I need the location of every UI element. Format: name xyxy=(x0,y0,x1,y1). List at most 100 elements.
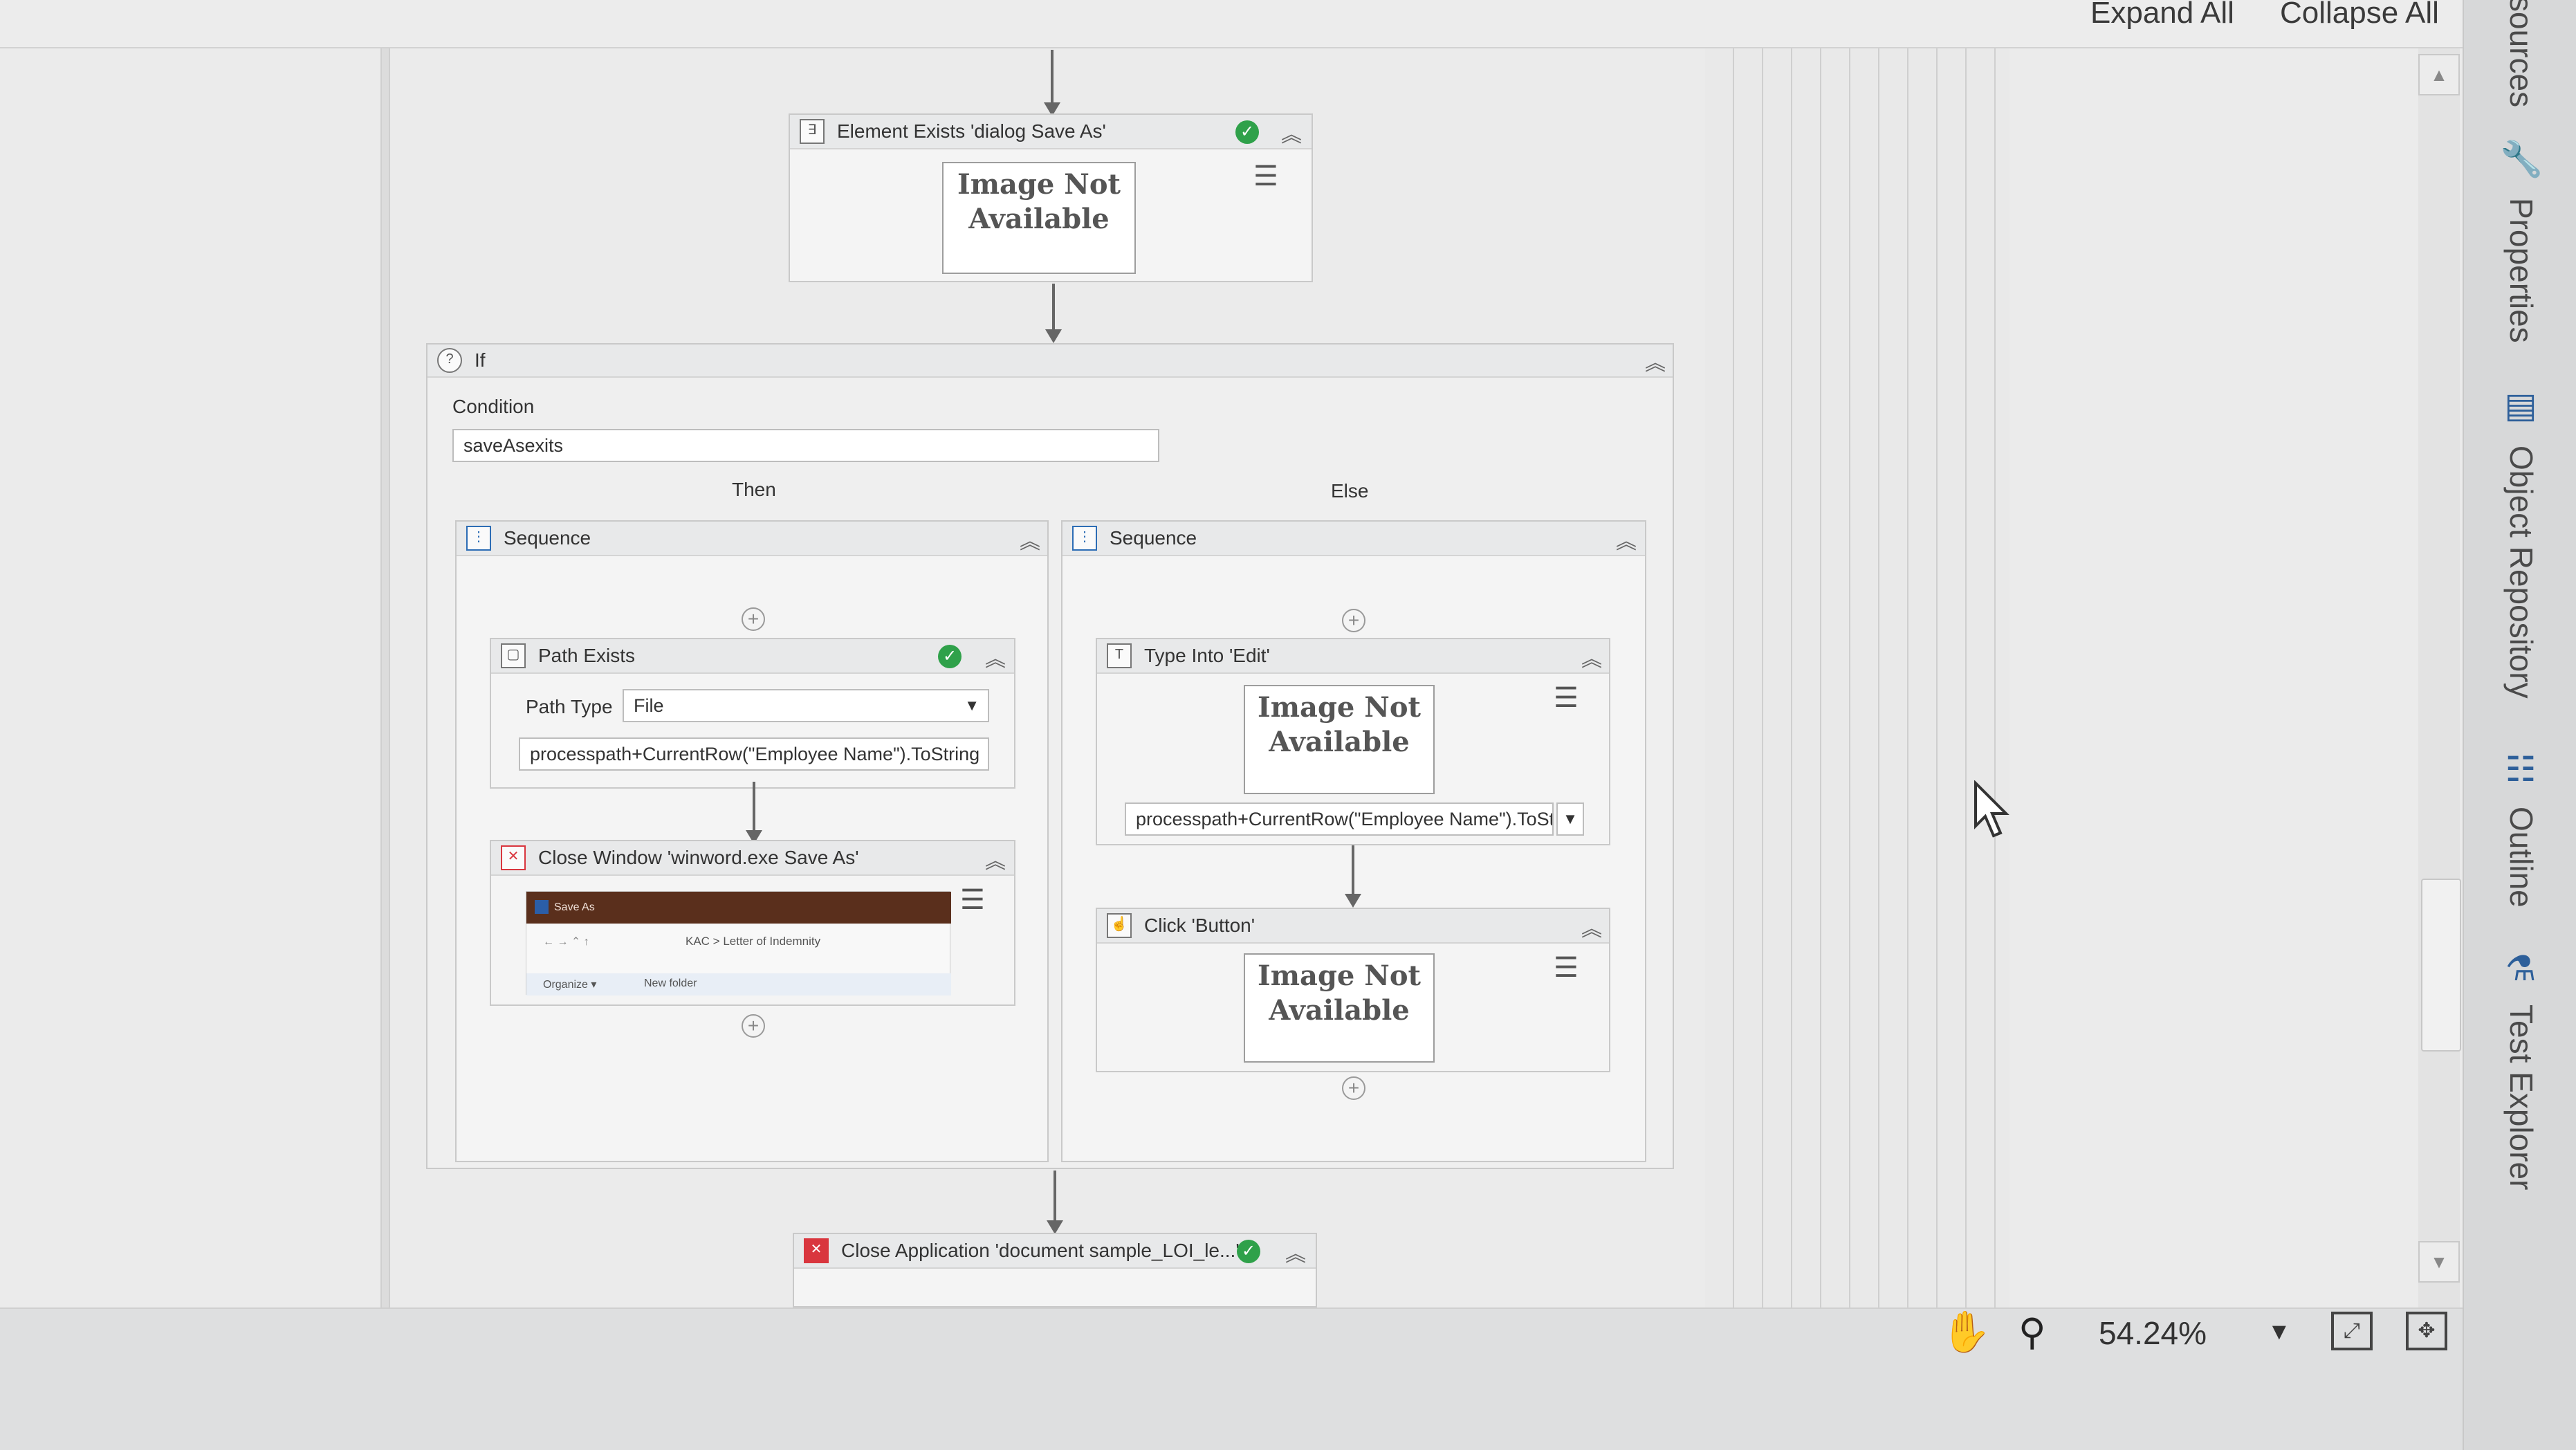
sequence-icon: ⋮ xyxy=(1072,526,1097,551)
add-activity-icon[interactable]: + xyxy=(742,1014,765,1038)
canvas-grid-stripes xyxy=(1705,48,2009,1307)
activity-header[interactable]: T Type Into 'Edit' xyxy=(1097,639,1609,674)
path-exists-activity[interactable]: ▢ Path Exists ✓ ︽ Path Type File ▼ proce… xyxy=(490,638,1015,789)
validation-check-icon: ✓ xyxy=(1237,1240,1260,1263)
zoom-magnifier-icon[interactable]: ⚲ xyxy=(2018,1310,2046,1354)
path-type-label: Path Type xyxy=(526,696,613,717)
path-field[interactable]: processpath+CurrentRow("Employee Name").… xyxy=(519,737,989,771)
expand-all-link[interactable]: Expand All xyxy=(2090,0,2234,30)
flow-arrow xyxy=(1054,1171,1056,1223)
close-application-icon: ✕ xyxy=(804,1238,829,1263)
preview-breadcrumb: KAC > Letter of Indemnity xyxy=(686,935,821,948)
click-icon: ☝ xyxy=(1107,913,1132,938)
zoom-level[interactable]: 54.24% xyxy=(2099,1314,2207,1352)
menu-icon[interactable]: ☰ xyxy=(1554,682,1579,714)
tab-test-explorer[interactable]: Test Explorer xyxy=(2503,1004,2540,1190)
collapse-chevron-icon[interactable]: ︽ xyxy=(985,642,1006,672)
tab-outline[interactable]: Outline xyxy=(2503,807,2540,908)
activity-header[interactable]: ? If xyxy=(427,345,1673,378)
collapse-chevron-icon[interactable]: ︽ xyxy=(1581,642,1602,672)
menu-icon[interactable]: ☰ xyxy=(1554,952,1579,984)
menu-icon[interactable]: ☰ xyxy=(1253,160,1278,192)
word-icon xyxy=(535,900,549,914)
collapse-chevron-icon[interactable]: ︽ xyxy=(1285,1237,1306,1267)
scroll-up-icon[interactable]: ▲ xyxy=(2418,54,2460,95)
activity-header[interactable]: ⋮ Sequence xyxy=(457,522,1047,556)
canvas-margin-rule xyxy=(380,48,390,1307)
scroll-down-icon[interactable]: ▼ xyxy=(2418,1241,2460,1283)
zoom-dropdown-icon[interactable]: ▼ xyxy=(2267,1319,2291,1346)
tab-resources[interactable]: sources xyxy=(2503,0,2540,107)
image-not-available: Image Not Available xyxy=(942,162,1136,274)
tab-object-repository[interactable]: Object Repository xyxy=(2503,446,2540,699)
validation-check-icon: ✓ xyxy=(938,645,962,668)
close-window-activity[interactable]: ✕ Close Window 'winword.exe Save As' ︽ S… xyxy=(490,840,1015,1006)
flow-arrowhead xyxy=(1047,1220,1063,1234)
collapse-chevron-icon[interactable]: ︽ xyxy=(1281,118,1302,148)
collapse-chevron-icon[interactable]: ︽ xyxy=(1645,346,1666,376)
activity-title: Sequence xyxy=(504,527,591,549)
activity-header[interactable]: ▢ Path Exists xyxy=(491,639,1014,674)
type-into-icon: T xyxy=(1107,643,1132,668)
test-explorer-icon: ⚗ xyxy=(2505,949,2537,988)
condition-field[interactable]: saveAsexits xyxy=(452,429,1159,462)
else-label: Else xyxy=(1331,480,1369,502)
dropdown-arrow-icon[interactable]: ▼ xyxy=(964,690,979,721)
add-activity-icon[interactable]: + xyxy=(742,607,765,631)
close-window-icon: ✕ xyxy=(501,845,526,870)
collapse-all-link[interactable]: Collapse All xyxy=(2280,0,2439,30)
tab-properties[interactable]: Properties xyxy=(2503,198,2540,343)
flow-arrow xyxy=(1352,845,1354,897)
hand-pan-icon[interactable]: ✋ xyxy=(1941,1309,1991,1356)
designer-toolbar: Expand All Collapse All xyxy=(0,0,2463,48)
overview-map-icon[interactable]: ✥ xyxy=(2406,1312,2447,1350)
close-application-activity[interactable]: ✕ Close Application 'document sample_LOI… xyxy=(793,1233,1317,1307)
flow-arrow xyxy=(1052,284,1055,332)
type-into-activity[interactable]: T Type Into 'Edit' ︽ Image Not Available… xyxy=(1096,638,1610,845)
activity-header[interactable]: ✕ Close Window 'winword.exe Save As' xyxy=(491,841,1014,876)
collapse-chevron-icon[interactable]: ︽ xyxy=(1616,524,1637,555)
activity-title: Type Into 'Edit' xyxy=(1144,645,1270,666)
sequence-icon: ⋮ xyxy=(466,526,491,551)
vertical-scrollbar[interactable]: ▲ ▼ xyxy=(2418,48,2460,1307)
designer-status-bar: ✋ ⚲ 54.24% ▼ ⤢ ✥ xyxy=(0,1307,2463,1450)
path-exists-icon: ▢ xyxy=(501,643,526,668)
activity-header[interactable]: ☝ Click 'Button' xyxy=(1097,909,1609,944)
flow-arrow xyxy=(1051,50,1054,105)
collapse-chevron-icon[interactable]: ︽ xyxy=(1581,912,1602,942)
condition-label: Condition xyxy=(452,396,535,417)
preview-title-bar: Save As xyxy=(526,892,951,924)
element-exists-activity[interactable]: ∃ Element Exists 'dialog Save As' ✓ ︽ Im… xyxy=(789,113,1313,282)
add-activity-icon[interactable]: + xyxy=(1342,1076,1365,1100)
then-label: Then xyxy=(732,479,776,500)
activity-title: If xyxy=(475,349,486,371)
activity-title: Close Window 'winword.exe Save As' xyxy=(538,847,859,868)
image-not-available: Image Not Available xyxy=(1244,953,1435,1063)
activity-title: Path Exists xyxy=(538,645,636,666)
outline-icon: ☷ xyxy=(2505,750,2537,789)
activity-title: Sequence xyxy=(1110,527,1197,549)
path-type-dropdown[interactable]: File ▼ xyxy=(623,689,989,722)
preview-new-folder: New folder xyxy=(644,978,697,989)
activity-title: Element Exists 'dialog Save As' xyxy=(837,120,1106,142)
activity-header[interactable]: ⋮ Sequence xyxy=(1062,522,1645,556)
if-icon: ? xyxy=(437,348,462,373)
side-panel: sources 🔧 Properties ▤ Object Repository… xyxy=(2463,0,2576,1450)
activity-header[interactable]: ∃ Element Exists 'dialog Save As' xyxy=(790,115,1312,149)
text-field[interactable]: processpath+CurrentRow("Employee Name").… xyxy=(1125,802,1554,836)
path-type-value: File xyxy=(634,695,664,716)
click-button-activity[interactable]: ☝ Click 'Button' ︽ Image Not Available ☰ xyxy=(1096,908,1610,1072)
validation-check-icon: ✓ xyxy=(1235,120,1259,144)
fit-to-screen-icon[interactable]: ⤢ xyxy=(2331,1312,2373,1350)
scrollbar-thumb[interactable] xyxy=(2421,879,2461,1052)
activity-title: Close Application 'document sample_LOI_l… xyxy=(841,1240,1240,1261)
collapse-chevron-icon[interactable]: ︽ xyxy=(1020,524,1040,555)
collapse-chevron-icon[interactable]: ︽ xyxy=(985,844,1006,874)
flow-arrow xyxy=(753,782,755,834)
preview-nav-arrows: ← → ⌃ ↑ xyxy=(543,936,589,948)
add-activity-icon[interactable]: + xyxy=(1342,609,1365,632)
text-options-dropdown-icon[interactable]: ▼ xyxy=(1556,802,1584,836)
menu-icon[interactable]: ☰ xyxy=(960,884,985,916)
flow-arrowhead xyxy=(1345,894,1361,908)
image-not-available: Image Not Available xyxy=(1244,685,1435,794)
